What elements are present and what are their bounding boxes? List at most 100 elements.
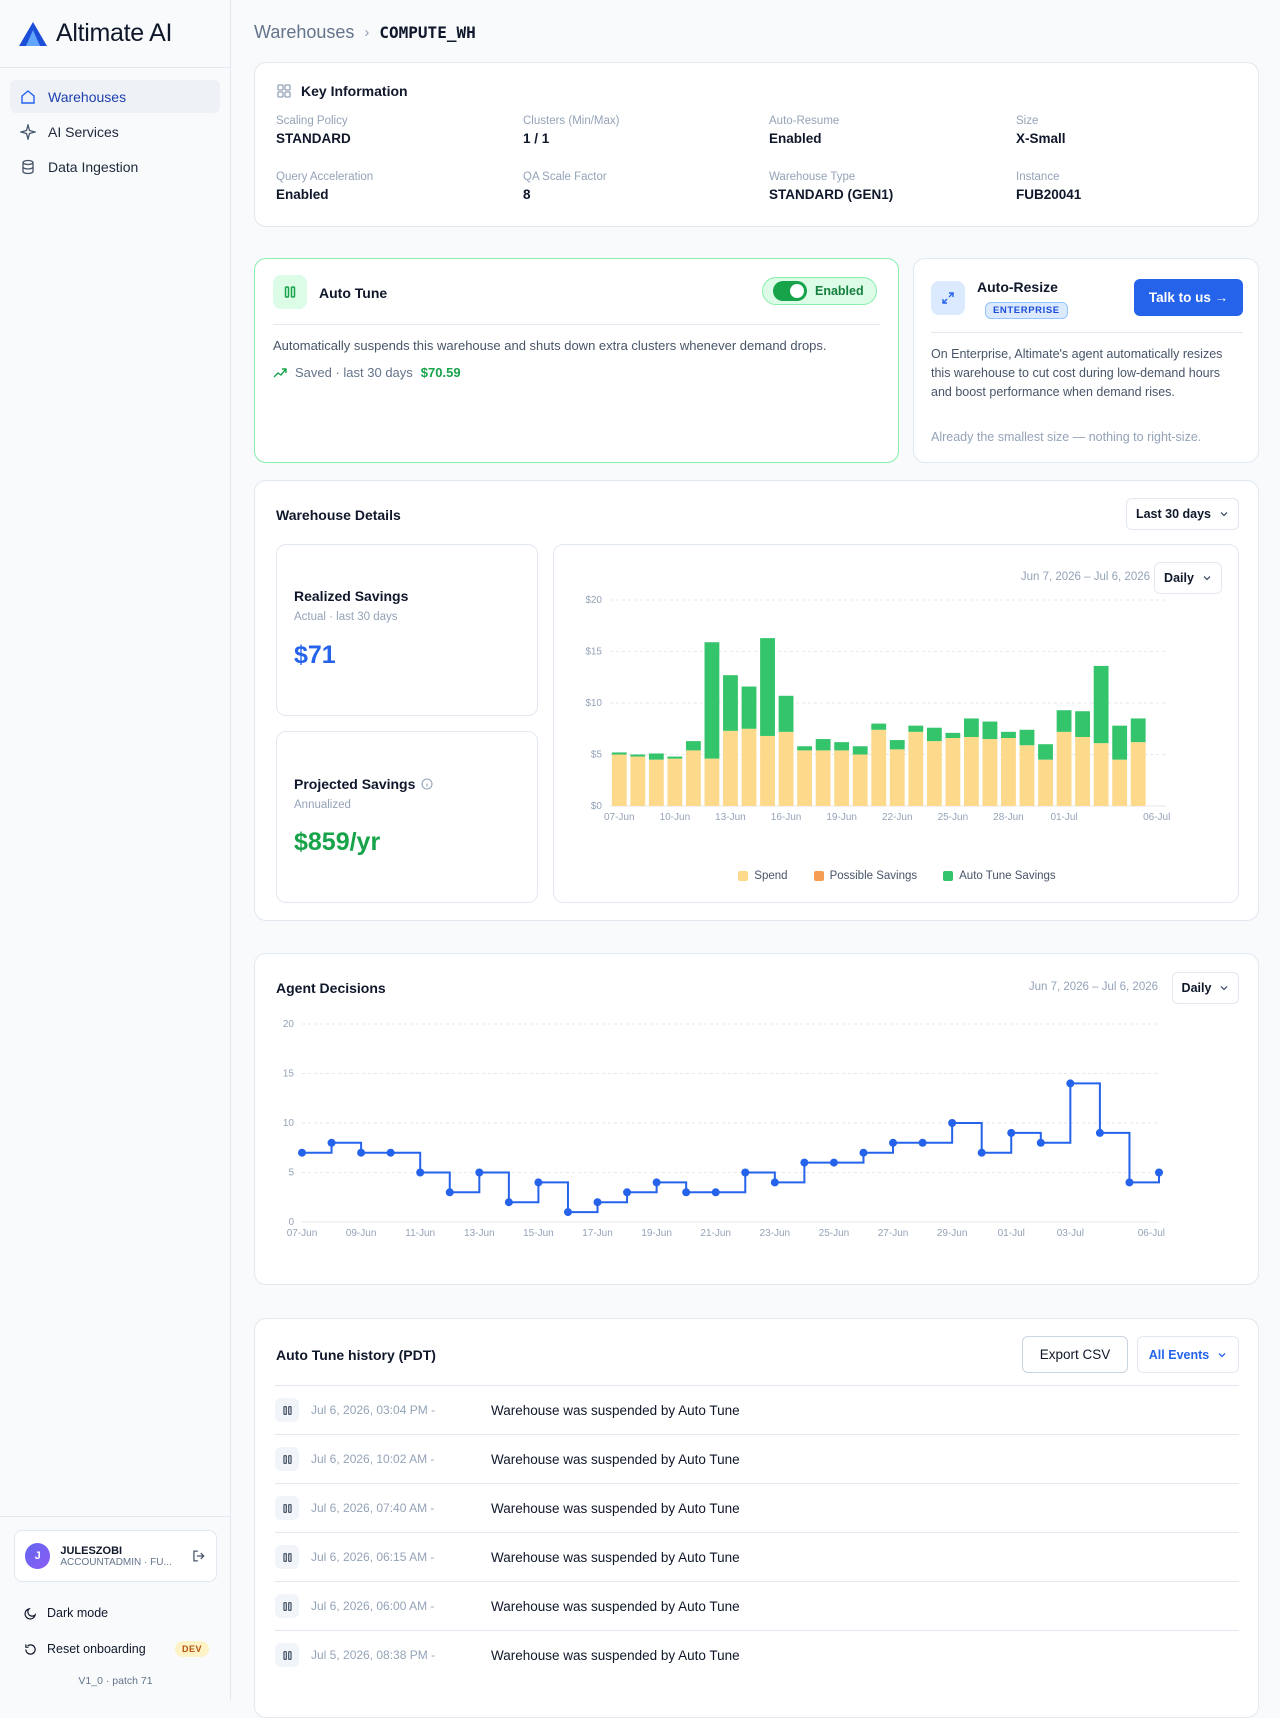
x-tick-label: 07-Jun — [604, 812, 635, 823]
enterprise-badge: ENTERPRISE — [985, 300, 1068, 319]
refresh-icon — [25, 1643, 36, 1655]
logo[interactable]: Altimate AI — [0, 0, 230, 68]
sidebar-nav: Warehouses AI Services Data Ingestion — [0, 68, 230, 197]
saved-value: $70.59 — [420, 365, 461, 380]
data-point — [1125, 1178, 1134, 1187]
data-point — [593, 1198, 602, 1207]
bar-segment — [723, 675, 738, 731]
granularity-label: Daily — [1164, 571, 1194, 585]
bar-segment — [871, 723, 887, 730]
bar-segment — [1038, 744, 1053, 760]
field-value: Enabled — [276, 187, 329, 202]
pause-icon — [275, 1447, 299, 1471]
bar-segment — [760, 638, 775, 736]
field-label: Clusters (Min/Max) — [523, 115, 620, 127]
savings-chart-panel: Jun 7, 2026 – Jul 6, 2026 Daily $0 $5 $10 $… — [553, 544, 1239, 903]
field-label: Scaling Policy — [276, 115, 348, 127]
app-name: Altimate AI — [56, 19, 173, 47]
decisions-granularity-select[interactable]: Daily — [1172, 972, 1239, 1004]
bar-segment — [778, 731, 794, 806]
bar-segment — [611, 754, 627, 806]
dark-mode-label: Dark mode — [47, 1606, 109, 1620]
bar-segment — [834, 742, 850, 751]
realized-value: $71 — [294, 641, 336, 669]
history-row: Jul 6, 2026, 03:04 PM - Warehouse was sus… — [275, 1385, 1239, 1434]
bar-segment — [889, 749, 905, 806]
sidebar-divider — [0, 1516, 231, 1517]
info-icon[interactable] — [421, 778, 433, 790]
x-tick-label: 29-Jun — [937, 1228, 968, 1239]
altimate-logo-icon — [19, 21, 47, 46]
y-tick-label: 5 — [288, 1168, 294, 1179]
bar-segment — [852, 754, 868, 806]
x-tick-label: 13-Jun — [464, 1228, 495, 1239]
x-tick-label: 23-Jun — [760, 1228, 791, 1239]
data-point — [682, 1188, 691, 1197]
key-info-title: Key Information — [301, 83, 408, 99]
bar-segment — [908, 731, 924, 806]
history-text: Warehouse was suspended by Auto Tune — [491, 1549, 740, 1565]
chart-legend: Spend Possible Savings Auto Tune Savings — [554, 870, 1240, 882]
field-label: Warehouse Type — [769, 171, 856, 183]
data-point — [652, 1178, 661, 1187]
pause-icon — [275, 1496, 299, 1520]
reset-onboarding-button[interactable]: Reset onboarding — [24, 1642, 146, 1656]
legend-label: Auto Tune Savings — [959, 870, 1056, 882]
legend-possible-savings[interactable]: Possible Savings — [813, 870, 917, 882]
range-select-label: Last 30 days — [1135, 507, 1212, 521]
range-select[interactable]: Last 30 days — [1126, 498, 1239, 530]
breadcrumb-root[interactable]: Warehouses — [254, 22, 354, 43]
bar-segment — [815, 739, 831, 751]
y-tick-label: 0 — [288, 1217, 294, 1228]
sidebar-item-warehouses[interactable]: Warehouses — [10, 80, 220, 113]
bar-segment — [630, 754, 646, 757]
legend-auto-tune-savings[interactable]: Auto Tune Savings — [943, 870, 1056, 882]
field-value: 8 — [523, 187, 531, 202]
bar-segment — [945, 738, 961, 806]
field-qa-scale-factor: QA Scale Factor 8 — [523, 171, 607, 202]
data-point — [298, 1148, 306, 1157]
sidebar-item-data-ingestion[interactable]: Data Ingestion — [10, 150, 220, 183]
bar-segment — [926, 727, 942, 742]
history-text: Warehouse was suspended by Auto Tune — [491, 1451, 740, 1467]
dark-mode-toggle[interactable]: Dark mode — [24, 1606, 108, 1620]
field-value: FUB20041 — [1016, 187, 1082, 202]
legend-spend[interactable]: Spend — [738, 870, 788, 882]
history-time: Jul 6, 2026, 03:04 PM - — [311, 1403, 436, 1417]
bar-segment — [1130, 742, 1146, 806]
toggle-switch — [773, 281, 807, 301]
bar-segment — [1056, 710, 1072, 732]
bar-segment — [1075, 711, 1091, 737]
bar-segment — [889, 740, 905, 750]
auto-tune-description: Automatically suspends this warehouse an… — [273, 338, 827, 353]
enterprise-badge-label: ENTERPRISE — [985, 302, 1068, 319]
trending-up-icon — [273, 367, 287, 377]
home-icon — [21, 89, 35, 104]
auto-tune-toggle[interactable]: Enabled — [762, 277, 877, 305]
x-tick-label: 11-Jun — [405, 1228, 435, 1239]
y-tick-label: $20 — [585, 595, 602, 606]
bar-segment — [945, 732, 961, 739]
bar-segment — [834, 750, 850, 806]
data-point — [1036, 1138, 1045, 1147]
events-filter-select[interactable]: All Events — [1137, 1336, 1239, 1373]
user-card[interactable]: J JULESZOBI ACCOUNTADMIN · FU... — [14, 1530, 217, 1582]
history-time: Jul 6, 2026, 10:02 AM - — [311, 1452, 435, 1466]
sidebar-item-ai-services[interactable]: AI Services — [10, 115, 220, 148]
export-csv-button[interactable]: Export CSV — [1022, 1336, 1128, 1373]
x-tick-label: 28-Jun — [993, 812, 1024, 823]
auto-resize-note: Already the smallest size — nothing to r… — [931, 430, 1202, 444]
bar-segment — [704, 642, 720, 759]
history-title: Auto Tune history (PDT) — [276, 1347, 436, 1363]
history-row: Jul 6, 2026, 10:02 AM - Warehouse was sus… — [275, 1434, 1239, 1483]
chart-range-label: Jun 7, 2026 – Jul 6, 2026 — [1020, 571, 1150, 583]
logout-icon[interactable] — [192, 1549, 206, 1563]
bar-segment — [963, 736, 979, 806]
field-instance: Instance FUB20041 — [1016, 171, 1081, 202]
user-name: JULESZOBI — [60, 1544, 123, 1557]
talk-to-us-button[interactable]: Talk to us → — [1134, 279, 1243, 316]
bar-segment — [926, 741, 942, 806]
sidebar-item-label: Warehouses — [48, 88, 127, 105]
sidebar-item-label: AI Services — [48, 123, 119, 140]
projected-savings-card: Projected Savings Annualized $859/yr — [276, 731, 538, 903]
